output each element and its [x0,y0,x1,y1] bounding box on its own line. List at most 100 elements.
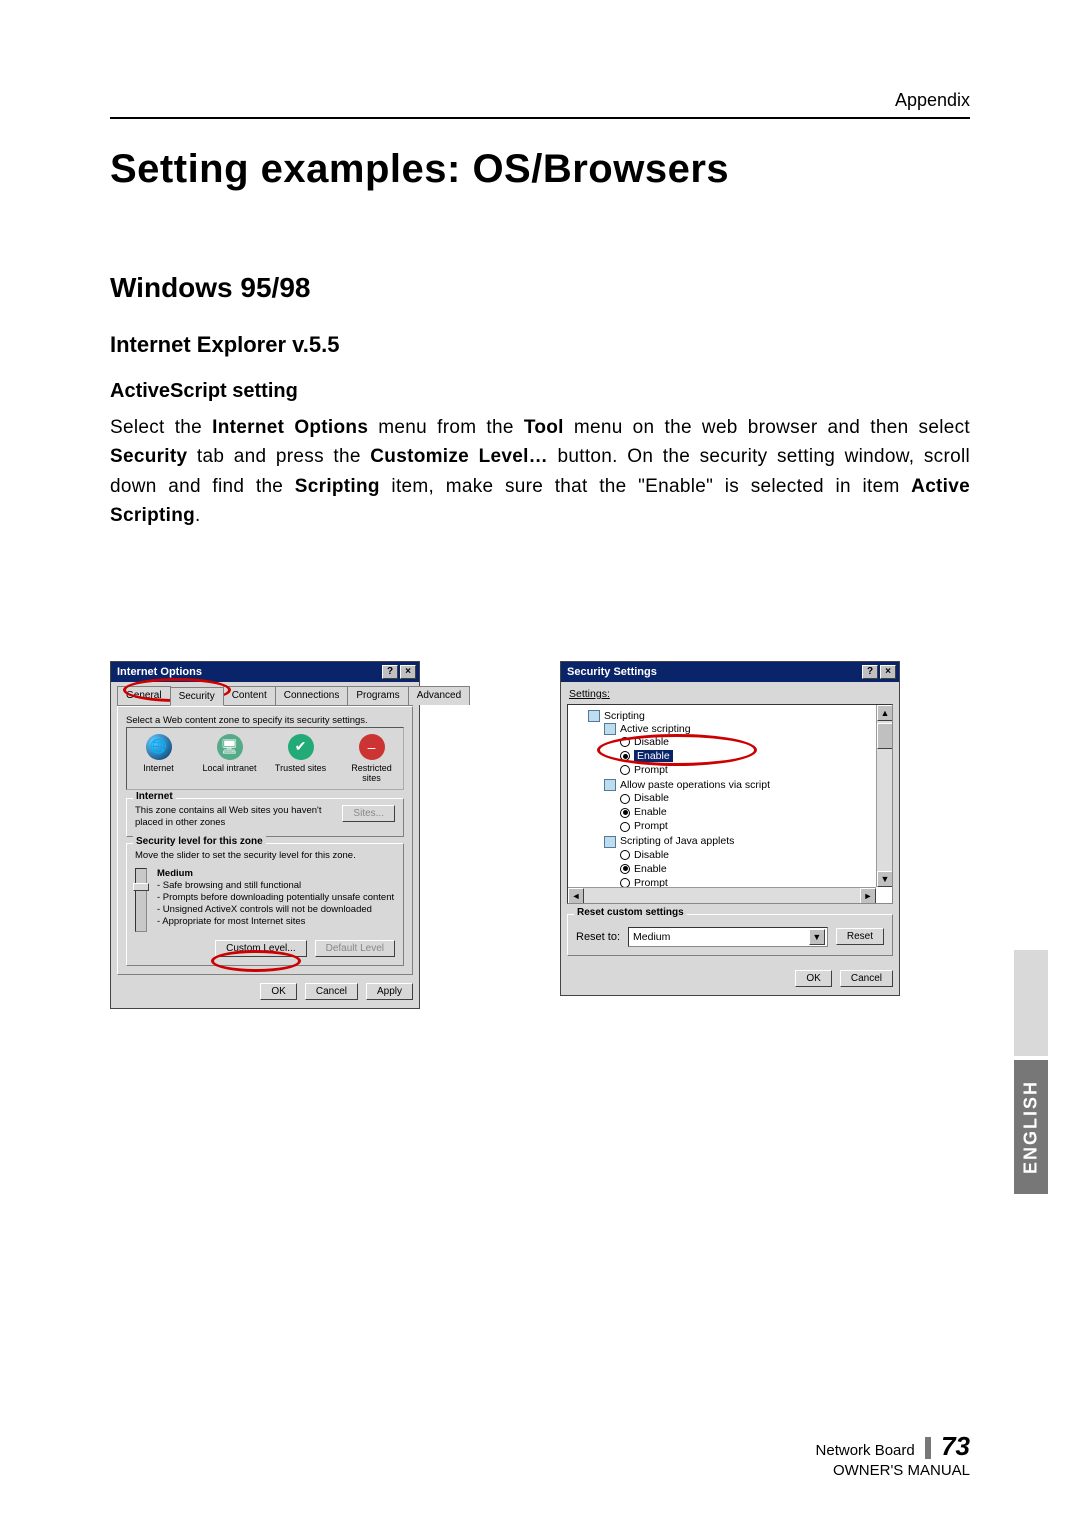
tab-general[interactable]: General [117,686,171,705]
zone-label: Restricted sites [342,763,401,783]
tab-bar: General Security Content Connections Pro… [117,686,413,706]
minus-icon: – [359,734,385,760]
tab-content[interactable]: Content [223,686,276,705]
radio-icon[interactable] [620,737,630,747]
heading-os: Windows 95/98 [110,272,970,304]
tree-allow-paste: Allow paste operations via script [620,779,770,791]
help-icon[interactable]: ? [382,665,398,679]
settings-label: Settings: [569,688,893,700]
tab-programs[interactable]: Programs [347,686,408,705]
opt-prompt: Prompt [634,820,668,832]
dialog-title: Security Settings [567,666,657,678]
reset-combobox[interactable]: Medium ▼ [628,927,828,947]
level-bullet: - Safe browsing and still functional [157,880,301,891]
globe-icon: 🌐 [146,734,172,760]
opt-disable: Disable [634,792,669,804]
bold-internet-options: Internet Options [212,417,368,438]
cancel-button[interactable]: Cancel [840,970,893,987]
level-bullet: - Prompts before downloading potentially… [157,892,394,903]
internet-options-dialog: Internet Options ? × General Security Co… [110,661,420,1010]
radio-icon[interactable] [620,822,630,832]
close-icon[interactable]: × [400,665,416,679]
zone-label: Internet [129,763,188,773]
scroll-up-icon[interactable]: ▲ [877,705,893,721]
text: Select the [110,417,212,438]
radio-icon[interactable] [620,850,630,860]
opt-enable: Enable [634,806,667,818]
ok-button[interactable]: OK [260,983,296,1000]
scrollbar-horizontal[interactable]: ◄ ► [568,887,876,903]
help-icon[interactable]: ? [862,665,878,679]
zone-label: Trusted sites [271,763,330,773]
ok-button[interactable]: OK [795,970,831,987]
scroll-down-icon[interactable]: ▼ [877,871,893,887]
settings-tree[interactable]: Scripting Active scripting Disable Enabl… [567,704,893,904]
text: menu on the web browser and then select [564,417,970,438]
gear-icon [604,779,616,791]
scroll-thumb[interactable] [877,723,893,749]
check-icon: ✔ [288,734,314,760]
level-group-title: Security level for this zone [133,836,266,847]
custom-level-button[interactable]: Custom Level... [215,940,306,957]
default-level-button[interactable]: Default Level [315,940,395,957]
radio-icon[interactable] [620,751,630,761]
gear-icon [604,723,616,735]
gear-icon [604,836,616,848]
header-section: Appendix [110,90,970,119]
level-hint: Move the slider to set the security leve… [135,850,395,862]
zone-internet[interactable]: 🌐 Internet [129,734,188,783]
cancel-button[interactable]: Cancel [305,983,358,1000]
footer-manual: OWNER'S MANUAL [833,1462,970,1479]
scroll-left-icon[interactable]: ◄ [568,888,584,904]
footer-product: Network Board [816,1442,915,1459]
scrollbar-vertical[interactable]: ▲ ▼ [876,705,892,887]
zone-restricted-sites[interactable]: – Restricted sites [342,734,401,783]
tree-active-scripting: Active scripting [620,723,691,735]
zone-hint: Select a Web content zone to specify its… [126,715,404,727]
zone-description: This zone contains all Web sites you hav… [135,805,336,829]
bold-customize-level: Customize Level… [370,446,548,467]
text: menu from the [368,417,524,438]
page-title: Setting examples: OS/Browsers [110,147,970,192]
side-tab-placeholder [1014,950,1048,1056]
security-slider[interactable] [135,868,147,932]
intranet-icon: 🖥 [217,734,243,760]
radio-icon[interactable] [620,794,630,804]
zone-group-title: Internet [133,791,176,802]
radio-icon[interactable] [620,765,630,775]
dialog-title: Internet Options [117,666,202,678]
instruction-paragraph: Select the Internet Options menu from th… [110,413,970,531]
bold-tool: Tool [524,417,564,438]
radio-icon[interactable] [620,864,630,874]
opt-enable: Enable [634,750,673,762]
level-name: Medium [157,868,193,879]
zone-trusted-sites[interactable]: ✔ Trusted sites [271,734,330,783]
tab-advanced[interactable]: Advanced [408,686,470,705]
security-settings-dialog: Security Settings ? × Settings: Scriptin… [560,661,900,996]
bold-scripting: Scripting [295,476,380,497]
tree-java-applets: Scripting of Java applets [620,835,734,847]
reset-button[interactable]: Reset [836,928,884,945]
language-tab: ENGLISH [1014,1060,1048,1194]
heading-activescript: ActiveScript setting [110,380,970,403]
scroll-right-icon[interactable]: ► [860,888,876,904]
page-footer: Network Board 73 OWNER'S MANUAL [816,1431,970,1479]
opt-disable: Disable [634,736,669,748]
tab-connections[interactable]: Connections [275,686,349,705]
text: . [195,505,201,526]
tree-scripting: Scripting [604,710,645,722]
level-bullet: - Appropriate for most Internet sites [157,916,305,927]
radio-icon[interactable] [620,808,630,818]
text: item, make sure that the "Enable" is sel… [380,476,911,497]
sites-button[interactable]: Sites... [342,805,395,822]
reset-group-title: Reset custom settings [574,907,687,918]
opt-enable: Enable [634,863,667,875]
apply-button[interactable]: Apply [366,983,413,1000]
zone-local-intranet[interactable]: 🖥 Local intranet [200,734,259,783]
text: tab and press the [187,446,370,467]
tab-security[interactable]: Security [170,687,224,706]
divider [925,1437,931,1459]
close-icon[interactable]: × [880,665,896,679]
chevron-down-icon[interactable]: ▼ [809,929,825,945]
zone-label: Local intranet [200,763,259,773]
